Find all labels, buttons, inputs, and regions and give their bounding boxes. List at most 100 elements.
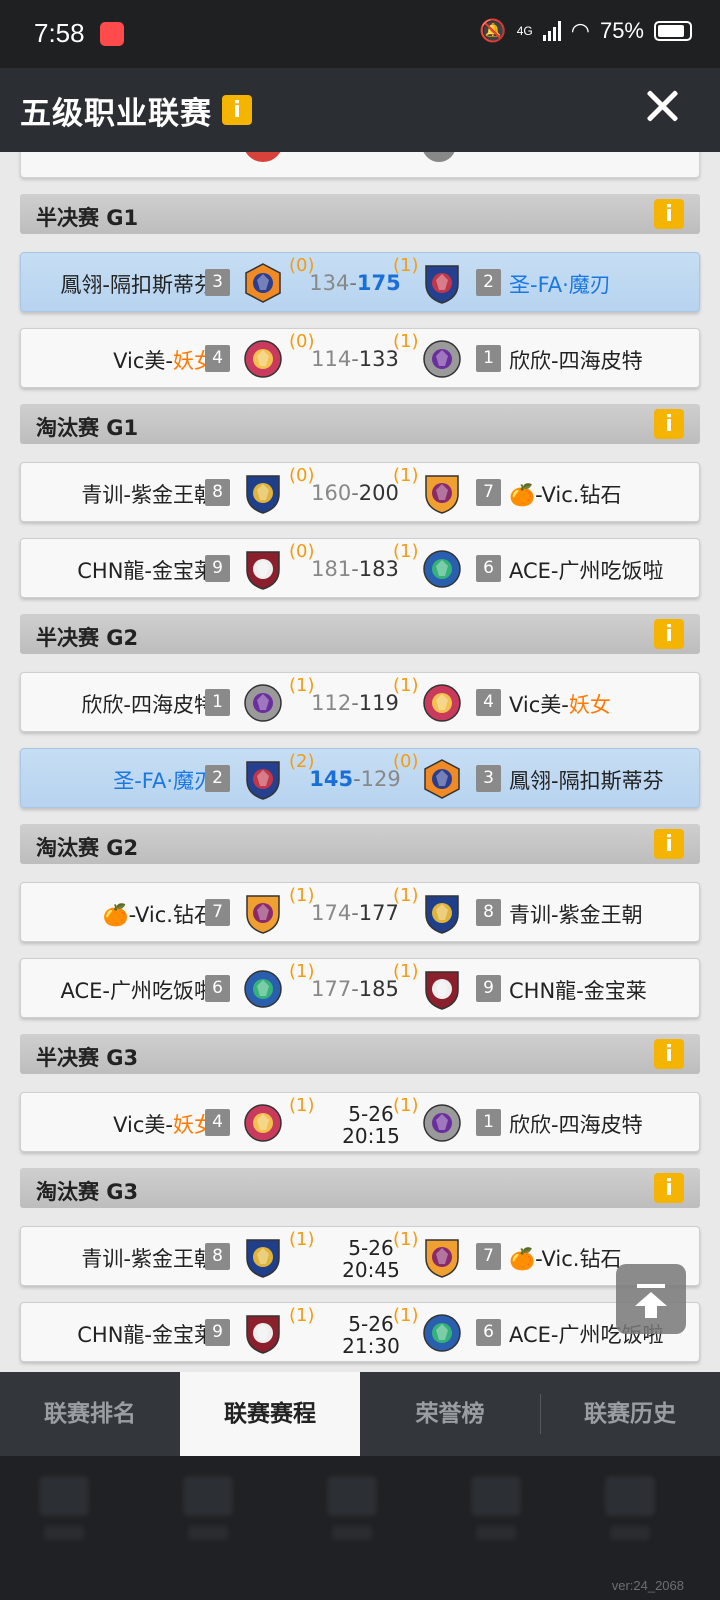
unicorn-logo-icon[interactable]	[243, 968, 283, 1010]
rocket-logo-icon[interactable]	[422, 472, 462, 514]
wolf-logo-icon[interactable]	[243, 262, 283, 304]
team-name[interactable]: 欣欣-四海皮特	[509, 1109, 643, 1139]
team-name[interactable]: 鳳翎-隔扣斯蒂芬	[509, 765, 664, 795]
scroll-top-icon	[637, 1284, 665, 1288]
seed-badge: 2	[476, 269, 501, 296]
serpent-logo-icon[interactable]	[422, 338, 462, 380]
round-info-button[interactable]: i	[654, 199, 684, 229]
left-score: 177	[311, 977, 352, 1001]
round-info-button[interactable]: i	[654, 1173, 684, 1203]
tab-league-schedule[interactable]: 联赛赛程	[180, 1372, 360, 1456]
team-name[interactable]: 鳳翎-隔扣斯蒂芬	[60, 269, 215, 299]
wolf-logo-icon[interactable]	[422, 758, 462, 800]
knight-logo-icon[interactable]	[243, 548, 283, 590]
schedule-list[interactable]: 半决赛 G1 i 鳳翎-隔扣斯蒂芬 3 (0) 圣-FA·魔刃 2 (1) 134-175 Vic…	[0, 152, 720, 1400]
match-card[interactable]: 欣欣-四海皮特 1 (1) Vic美-妖女 4 (1) 112-119	[20, 672, 700, 732]
team-name[interactable]: 🍊-Vic.钻石	[509, 1243, 621, 1273]
team-name[interactable]: CHN龍-金宝莱	[509, 975, 647, 1005]
nav-item-1[interactable]	[34, 1476, 94, 1556]
score-separator: -	[351, 901, 359, 925]
team-name-text: 鳳翎-隔扣斯蒂芬	[509, 769, 664, 793]
team-name[interactable]: 青训-紫金王朝	[81, 479, 215, 509]
clock: 7:58	[34, 18, 85, 48]
unicorn-logo-icon[interactable]	[422, 548, 462, 590]
team-name-text: 圣-FA·魔刃	[113, 769, 215, 793]
team-name[interactable]: 欣欣-四海皮特	[509, 345, 643, 375]
match-card[interactable]: 圣-FA·魔刃 2 (2) 鳳翎-隔扣斯蒂芬 3 (0) 145-129	[20, 748, 700, 808]
match-card[interactable]: 青训-紫金王朝 8 (0) 🍊-Vic.钻石 7 (1) 160-200	[20, 462, 700, 522]
team-name-text: ACE-广州吃饭啦	[60, 979, 215, 1003]
team-name[interactable]: 青训-紫金王朝	[81, 1243, 215, 1273]
round-info-button[interactable]: i	[654, 619, 684, 649]
match-card[interactable]: CHN龍-金宝莱 9 (0) ACE-广州吃饭啦 6 (1) 181-183	[20, 538, 700, 598]
scroll-to-top-button[interactable]	[616, 1264, 686, 1334]
match-card[interactable]: Vic美-妖女 4 (0) 欣欣-四海皮特 1 (1) 114-133	[20, 328, 700, 388]
queen-logo-icon[interactable]	[422, 682, 462, 724]
queen-logo-icon[interactable]	[243, 338, 283, 380]
team-name[interactable]: 🍊-Vic.钻石	[103, 899, 215, 929]
round-info-button[interactable]: i	[654, 409, 684, 439]
series-wins: (1)	[289, 1305, 315, 1326]
team-logo-icon	[243, 152, 283, 162]
team-name-text: Vic美-	[113, 349, 173, 373]
team-name[interactable]: ACE-广州吃饭啦	[509, 555, 664, 585]
round-header: 半决赛 G1 i	[20, 194, 700, 234]
unicorn-logo-icon[interactable]	[422, 1312, 462, 1354]
seed-badge: 4	[476, 689, 501, 716]
team-name[interactable]: 圣-FA·魔刃	[113, 765, 215, 795]
team-name[interactable]: 圣-FA·魔刃	[509, 269, 611, 299]
match-card[interactable]: 青训-紫金王朝 8 (1) 🍊-Vic.钻石 7 (1) 5-26 20:45	[20, 1226, 700, 1286]
tab-league-ranking[interactable]: 联赛排名	[0, 1372, 180, 1456]
round-info-button[interactable]: i	[654, 829, 684, 859]
queen-logo-icon[interactable]	[243, 1102, 283, 1144]
partial-match-card[interactable]	[20, 152, 700, 178]
match-score: 114-133	[301, 347, 409, 371]
team-name[interactable]: Vic美-妖女	[509, 689, 611, 719]
info-button[interactable]: i	[222, 95, 252, 125]
lion-logo-icon[interactable]	[243, 1236, 283, 1278]
team-name[interactable]: Vic美-妖女	[113, 1109, 215, 1139]
rocket-logo-icon[interactable]	[422, 1236, 462, 1278]
close-icon[interactable]	[642, 86, 682, 126]
lion-logo-icon[interactable]	[243, 472, 283, 514]
nav-item-2[interactable]	[178, 1476, 238, 1556]
nav-item-3[interactable]	[322, 1476, 382, 1556]
lion-logo-icon[interactable]	[422, 892, 462, 934]
series-wins: (1)	[289, 1095, 315, 1116]
dragon-logo-icon[interactable]	[422, 262, 462, 304]
match-card[interactable]: ACE-广州吃饭啦 6 (1) CHN龍-金宝莱 9 (1) 177-185	[20, 958, 700, 1018]
tab-league-history[interactable]: 联赛历史	[540, 1372, 720, 1456]
battery-icon	[654, 21, 692, 41]
nav-item-5[interactable]	[600, 1476, 660, 1556]
left-score: 134	[309, 271, 350, 295]
match-card[interactable]: CHN龍-金宝莱 9 (1) ACE-广州吃饭啦 6 (1) 5-26 21:30	[20, 1302, 700, 1362]
serpent-logo-icon[interactable]	[422, 1102, 462, 1144]
round-info-button[interactable]: i	[654, 1039, 684, 1069]
round-title: 淘汰赛 G3	[36, 1180, 139, 1204]
arrow-stem	[645, 1304, 657, 1318]
rocket-logo-icon[interactable]	[243, 892, 283, 934]
team-name[interactable]: 欣欣-四海皮特	[81, 689, 215, 719]
knight-logo-icon[interactable]	[243, 1312, 283, 1354]
team-name[interactable]: 青训-紫金王朝	[509, 899, 643, 929]
match-card[interactable]: Vic美-妖女 4 (1) 欣欣-四海皮特 1 (1) 5-26 20:15	[20, 1092, 700, 1152]
team-name[interactable]: 🍊-Vic.钻石	[509, 479, 621, 509]
match-card[interactable]: 鳳翎-隔扣斯蒂芬 3 (0) 圣-FA·魔刃 2 (1) 134-175	[20, 252, 700, 312]
knight-logo-icon[interactable]	[422, 968, 462, 1010]
round-header: 淘汰赛 G2 i	[20, 824, 700, 864]
tab-honor-roll[interactable]: 荣誉榜	[360, 1372, 540, 1456]
team-name[interactable]: ACE-广州吃饭啦	[60, 975, 215, 1005]
nav-item-4[interactable]	[466, 1476, 526, 1556]
dragon-logo-icon[interactable]	[243, 758, 283, 800]
team-name[interactable]: CHN龍-金宝莱	[77, 1319, 215, 1349]
team-name[interactable]: Vic美-妖女	[113, 345, 215, 375]
team-name[interactable]: CHN龍-金宝莱	[77, 555, 215, 585]
score-separator: -	[351, 977, 359, 1001]
seed-badge: 6	[205, 975, 230, 1002]
seed-badge: 6	[476, 555, 501, 582]
match-card[interactable]: 🍊-Vic.钻石 7 (1) 青训-紫金王朝 8 (1) 174-177	[20, 882, 700, 942]
serpent-logo-icon[interactable]	[243, 682, 283, 724]
team-name-highlight: 妖女	[568, 693, 611, 717]
round-title: 半决赛 G1	[36, 206, 139, 230]
seed-badge: 9	[476, 975, 501, 1002]
